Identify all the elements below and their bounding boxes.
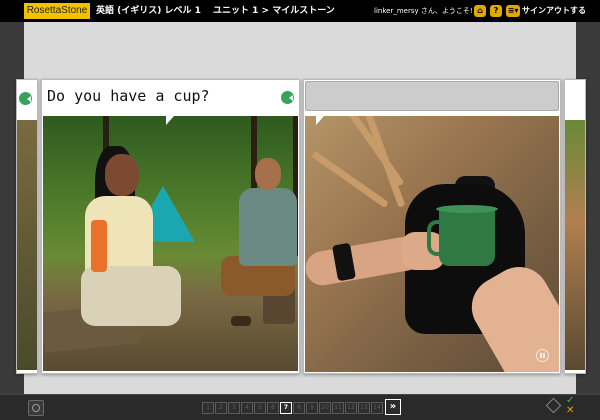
speech-bubble-tail: [316, 116, 324, 125]
home-icon[interactable]: ⌂: [474, 5, 486, 17]
breadcrumb: ユニット 1 > マイルストーン: [213, 6, 335, 16]
page-6[interactable]: 6: [267, 402, 279, 414]
previous-card-peek[interactable]: [16, 79, 38, 374]
previous-card-image: [17, 120, 37, 370]
woman: [105, 154, 139, 196]
speaker-icon[interactable]: [281, 91, 294, 104]
speech-bubble-tail: [166, 116, 174, 125]
zoom-icon[interactable]: [28, 400, 44, 416]
page-11[interactable]: 11: [332, 402, 344, 414]
page-12[interactable]: 12: [345, 402, 357, 414]
top-bar: RosettaStone 英語 (イギリス) レベル 1 ユニット 1 > マイ…: [0, 0, 600, 22]
help-icon[interactable]: ?: [490, 5, 502, 17]
page-5[interactable]: 5: [254, 402, 266, 414]
man: [255, 158, 281, 190]
next-card-image: [565, 120, 585, 370]
page-indicator: 1 2 3 4 5 6 7 8 9 10 11 12 13 14: [202, 402, 383, 414]
page-13[interactable]: 13: [358, 402, 370, 414]
x-icon: ✕: [566, 405, 575, 416]
menu-icon[interactable]: ≡▾: [506, 5, 520, 17]
green-cup: [436, 205, 498, 266]
course-title: 英語 (イギリス) レベル 1: [96, 6, 201, 16]
user-greeting: linker_mersy さん、ようこそ!: [374, 7, 473, 15]
rosetta-stone-logo: RosettaStone: [24, 3, 90, 19]
page-4[interactable]: 4: [241, 402, 253, 414]
page-10[interactable]: 10: [319, 402, 331, 414]
answer-card[interactable]: [303, 79, 561, 374]
answer-image: [305, 116, 559, 372]
next-button[interactable]: »: [385, 399, 401, 415]
diamond-icon[interactable]: [545, 397, 562, 414]
page-1[interactable]: 1: [202, 402, 214, 414]
prompt-text: Do you have a cup?: [47, 87, 210, 105]
speaker-icon[interactable]: [19, 92, 32, 105]
page-7[interactable]: 7: [280, 402, 292, 414]
prompt-image: [43, 116, 298, 371]
answer-text-box: [305, 81, 559, 111]
prompt-caption: Do you have a cup?: [42, 80, 299, 116]
water-bottle: [91, 220, 107, 272]
page-2[interactable]: 2: [215, 402, 227, 414]
next-card-peek[interactable]: [564, 79, 586, 374]
pause-icon[interactable]: [536, 349, 549, 362]
page-3[interactable]: 3: [228, 402, 240, 414]
page-9[interactable]: 9: [306, 402, 318, 414]
lesson-stage: Do you have a cup?: [16, 22, 586, 394]
page-8[interactable]: 8: [293, 402, 305, 414]
signout-button[interactable]: サインアウトする: [522, 0, 586, 22]
prompt-card[interactable]: Do you have a cup?: [41, 79, 300, 374]
answer-caption: [304, 80, 560, 116]
bottom-bar: 1 2 3 4 5 6 7 8 9 10 11 12 13 14 » ✓ ✕: [0, 394, 600, 420]
page-14[interactable]: 14: [371, 402, 383, 414]
